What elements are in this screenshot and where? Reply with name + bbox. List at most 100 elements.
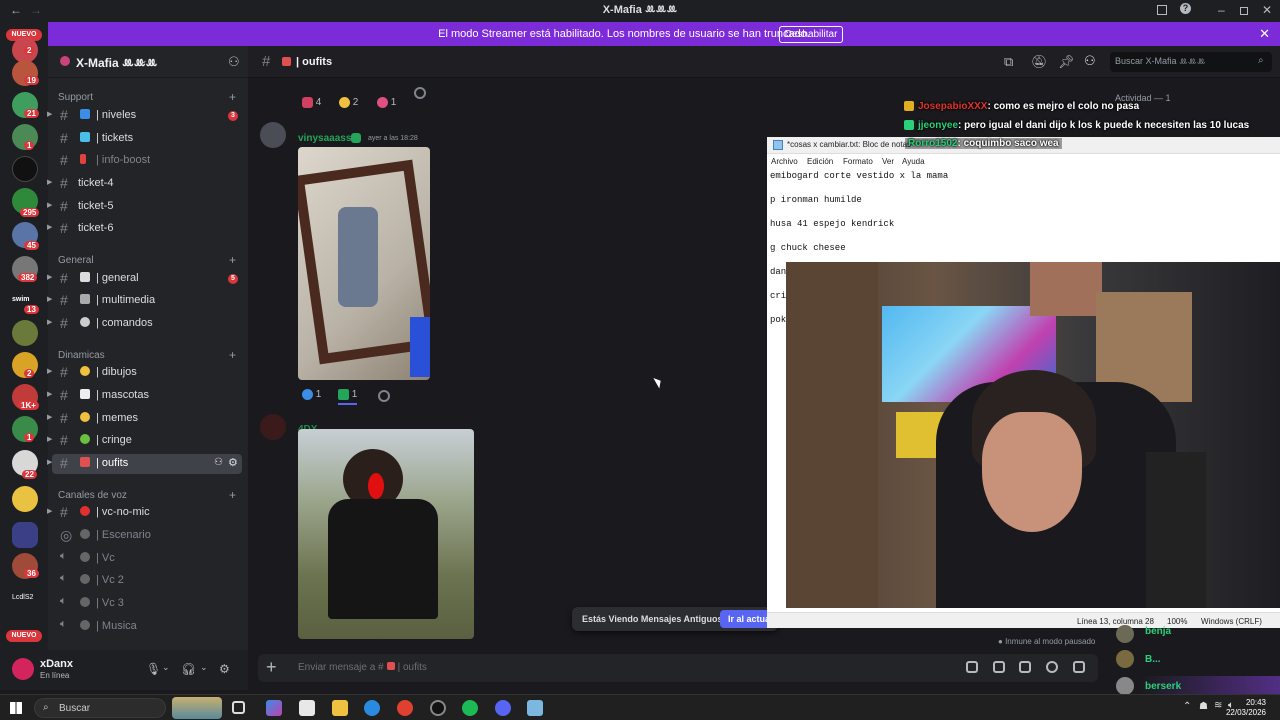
weather-widget-icon[interactable] [172,697,222,719]
chevron-up-icon[interactable]: ⌃ [1183,701,1191,712]
reaction[interactable]: 2 [339,97,358,113]
menu-formato[interactable]: Formato [843,157,873,166]
attachment-image[interactable] [298,429,474,639]
folder-icon[interactable] [12,522,38,548]
category-general[interactable]: General [58,255,94,266]
network-icon[interactable]: ☗ [1199,701,1208,712]
menu-ayuda[interactable]: Ayuda [902,157,925,166]
message-author[interactable]: vinysaaass [298,133,351,144]
avatar[interactable] [260,122,286,148]
notepad-app-icon[interactable] [527,700,543,716]
channel-vc-no-mic[interactable]: ▶ # | vc-no-mic [47,503,242,523]
reaction[interactable]: 1 [338,389,358,405]
channel-cringe[interactable]: ▶ # | cringe [47,431,242,451]
taskbar-clock[interactable]: 20:43 22/03/2026 [1226,698,1266,718]
channel-oufits[interactable]: ▶ # | oufits ⚇ ⚙ [47,454,242,474]
taskbar-search[interactable]: ⌕ Buscar [34,698,166,718]
channel-tickets[interactable]: # | tickets [52,129,242,149]
maximize-icon[interactable] [1240,7,1248,15]
search-input[interactable]: Buscar X-Mafia ꔛꔛꔛ ⌕ [1110,52,1272,72]
avatar[interactable] [1116,625,1134,643]
channel-mascotas[interactable]: ▶ # | mascotas [47,386,242,406]
channel-multimedia[interactable]: ▶ # | multimedia [47,291,242,311]
apps-icon[interactable] [1073,661,1085,673]
category-voice[interactable]: Canales de voz [58,490,127,501]
bell-muted-icon[interactable]: 🔕︎ [1031,54,1048,70]
channel-general[interactable]: ▶ # | general 5 [47,269,242,289]
menu-ver[interactable]: Ver [882,157,894,166]
add-attachment-icon[interactable]: + [266,657,277,678]
server-icon[interactable] [12,156,38,182]
gift-icon[interactable] [966,661,978,673]
discord-icon[interactable] [495,700,511,716]
server-icon[interactable] [12,320,38,346]
chrome-icon[interactable] [397,700,413,716]
avatar[interactable] [260,414,286,440]
app-icon[interactable] [430,700,446,716]
notepad-line[interactable]: pok [770,315,786,325]
add-channel-icon[interactable]: + [229,348,236,362]
reaction[interactable]: 4 [302,97,321,113]
channel-ticket-4[interactable]: ▶ # ticket-4 [47,174,242,194]
channel-memes[interactable]: ▶ # | memes [47,409,242,429]
menu-edicion[interactable]: Edición [807,157,833,166]
member-name[interactable]: berserk [1145,681,1181,692]
spotify-icon[interactable] [462,700,478,716]
channel-niveles[interactable]: ▶ # | niveles 3 [47,106,242,126]
add-channel-icon[interactable]: + [229,90,236,104]
channel-escenario[interactable]: ◎ | Escenario [52,526,242,546]
minimize-icon[interactable]: – [1218,3,1225,17]
gear-icon[interactable]: ⚙ [219,662,230,676]
add-channel-icon[interactable]: + [229,253,236,267]
notepad-line[interactable]: dan [770,267,786,277]
chevron-down-icon[interactable]: ⌄ [200,662,208,673]
voice-channel-musica[interactable]: 🔈︎ | Musica [52,617,242,637]
add-reaction-icon[interactable] [414,87,426,99]
notepad-line[interactable]: cri [770,291,786,301]
add-member-icon[interactable]: ⚇ [228,54,240,70]
emoji-icon[interactable] [1046,661,1058,673]
avatar[interactable] [1116,677,1134,695]
banner-close-icon[interactable]: ✕ [1259,26,1270,42]
reaction[interactable]: 1 [302,389,321,405]
member-list-icon[interactable]: ⚇ [1084,53,1096,69]
notepad-line[interactable]: g chuck chesee [770,243,846,253]
microphone-icon[interactable]: 🎙︎ [146,662,161,676]
avatar[interactable] [12,658,34,680]
server-icon[interactable] [12,486,38,512]
wifi-icon[interactable]: ≋ [1214,700,1222,711]
member-name[interactable]: benja [1145,626,1171,637]
edge-icon[interactable] [364,700,380,716]
avatar[interactable] [1116,650,1134,668]
store-icon[interactable] [299,700,315,716]
gif-icon[interactable] [993,661,1005,673]
channel-dibujos[interactable]: ▶ # | dibujos [47,363,242,383]
pin-icon[interactable]: 📌︎ [1058,54,1075,70]
file-explorer-icon[interactable] [332,700,348,716]
server-label-lcd[interactable]: LcdlS2 [12,594,33,601]
channel-info-boost[interactable]: # | info-boost [52,151,242,171]
category-support[interactable]: Support [58,92,93,103]
voice-channel-vc3[interactable]: 🔈︎ | Vc 3 [52,594,242,614]
notepad-line[interactable]: p ironman humilde [770,195,862,205]
attachment-image[interactable] [298,147,430,380]
headphones-icon[interactable]: 🎧︎ [181,662,196,676]
sticker-icon[interactable] [1019,661,1031,673]
channel-comandos[interactable]: ▶ # | comandos [47,314,242,334]
chevron-down-icon[interactable]: ⌄ [162,662,170,673]
reaction[interactable]: 1 [377,97,396,113]
username[interactable]: xDanx [40,658,73,670]
threads-icon[interactable]: ⧉ [1004,54,1013,70]
channel-ticket-5[interactable]: ▶ # ticket-5 [47,197,242,217]
add-reaction-icon[interactable] [378,390,390,402]
copilot-icon[interactable] [266,700,282,716]
windows-start-icon[interactable] [10,702,22,714]
notepad-line[interactable]: emibogard corte vestido x la mama [770,171,948,181]
close-icon[interactable]: ✕ [1262,3,1272,17]
inbox-icon[interactable] [1157,5,1167,15]
help-icon[interactable]: ? [1180,3,1191,14]
server-label-swim[interactable]: swim [12,296,30,303]
voice-channel-vc[interactable]: 🔈︎ | Vc [52,549,242,569]
notepad-line[interactable]: husa 41 espejo kendrick [770,219,894,229]
category-dinamicas[interactable]: Dinamicas [58,350,105,361]
